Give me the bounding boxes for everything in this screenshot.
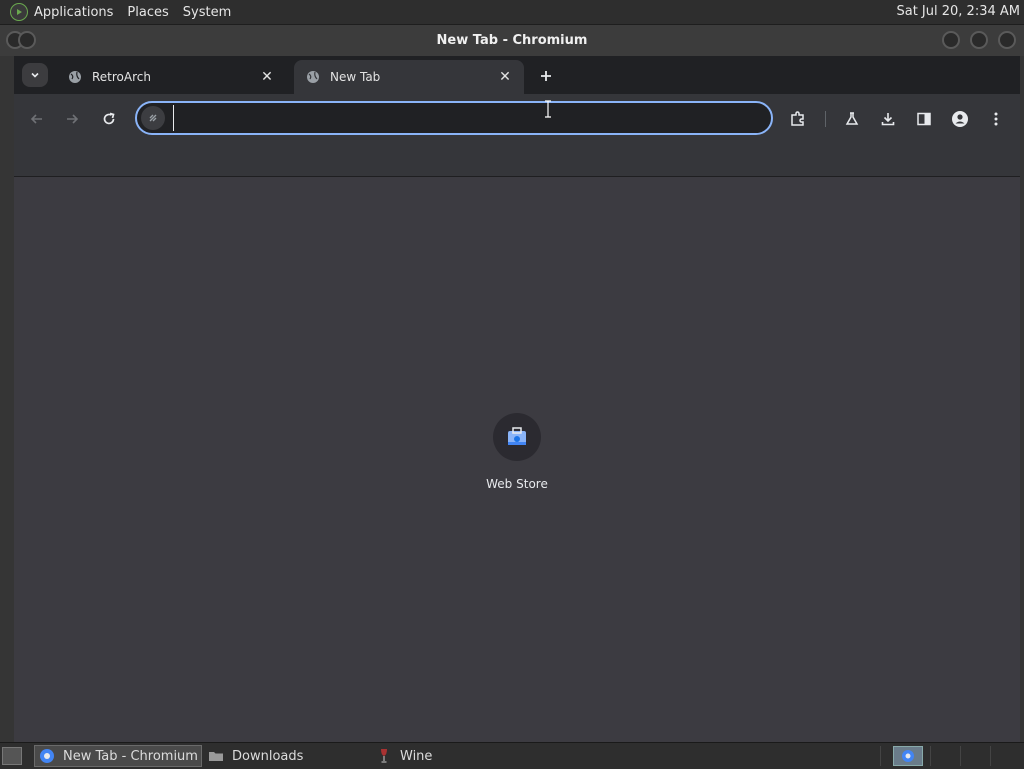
workspace-switcher[interactable] [893, 746, 923, 766]
tray-separator [880, 746, 881, 766]
tray-separator [960, 746, 961, 766]
browser-toolbar [14, 94, 1020, 145]
back-button[interactable] [25, 107, 49, 131]
places-menu[interactable]: Places [127, 5, 168, 20]
side-panel-button[interactable] [912, 107, 936, 131]
top-panel: Applications Places System Sat Jul 20, 2… [0, 0, 1024, 25]
taskbar-item-wine[interactable]: Wine [372, 745, 532, 767]
wine-icon [381, 749, 387, 763]
text-cursor-icon [545, 100, 551, 118]
close-tab-icon[interactable]: ✕ [260, 69, 274, 85]
side-panel-icon [917, 112, 931, 126]
globe-icon [69, 71, 81, 83]
taskbar-item-chromium[interactable]: New Tab - Chromium [34, 745, 202, 767]
chromium-icon [902, 750, 914, 762]
applications-menu[interactable]: Applications [34, 5, 113, 20]
window-maximize-button[interactable] [970, 31, 988, 49]
tab-search-button[interactable] [22, 63, 48, 87]
shortcut-web-store[interactable]: Web Store [477, 413, 557, 503]
forward-button[interactable] [60, 107, 84, 131]
omnibox[interactable] [135, 101, 773, 135]
profile-button[interactable] [948, 107, 972, 131]
system-menu[interactable]: System [183, 5, 231, 20]
tab-retroarch[interactable]: RetroArch ✕ [56, 60, 286, 94]
extensions-button[interactable] [786, 107, 810, 131]
omnibox-input[interactable] [173, 105, 759, 131]
toolbar-separator [825, 111, 826, 127]
labs-button[interactable] [840, 107, 864, 131]
shortcut-label: Web Store [486, 477, 548, 491]
arrow-right-icon [67, 114, 79, 124]
reload-icon [103, 112, 115, 125]
taskbar-item-label: New Tab - Chromium [63, 748, 198, 764]
shortcut-tile[interactable] [493, 413, 541, 461]
window-minimize-button[interactable] [942, 31, 960, 49]
tab-title: New Tab [330, 70, 381, 84]
show-desktop-icon[interactable] [2, 747, 22, 765]
close-tab-icon[interactable]: ✕ [498, 69, 512, 85]
folder-icon [209, 752, 223, 761]
new-tab-button[interactable] [534, 64, 558, 88]
site-info-icon[interactable] [141, 106, 165, 130]
kebab-menu-icon [994, 112, 998, 126]
clock[interactable]: Sat Jul 20, 2:34 AM [896, 4, 1020, 19]
reload-button[interactable] [97, 107, 121, 131]
taskbar-item-downloads[interactable]: Downloads [204, 745, 370, 767]
tab-new-tab[interactable]: New Tab ✕ [294, 60, 524, 94]
avatar-icon [952, 111, 968, 127]
window-titlebar[interactable]: New Tab - Chromium [0, 25, 1024, 56]
taskbar-item-label: Wine [400, 748, 433, 764]
browser-frame: RetroArch ✕ New Tab ✕ Web Store [14, 56, 1020, 742]
bookmarks-bar [14, 144, 1020, 177]
plus-icon [541, 71, 551, 81]
chromium-window: New Tab - Chromium RetroArch ✕ New Tab ✕… [0, 25, 1024, 742]
tray-separator [990, 746, 991, 766]
tab-title: RetroArch [92, 70, 151, 84]
download-icon [881, 113, 895, 126]
chromium-icon [40, 749, 54, 763]
tray-separator [930, 746, 931, 766]
arrow-left-icon [30, 114, 42, 124]
window-shade-button[interactable] [18, 31, 36, 49]
flask-icon [845, 112, 859, 125]
downloads-button[interactable] [876, 107, 900, 131]
menu-button[interactable] [984, 107, 1008, 131]
distro-logo-icon[interactable] [10, 3, 28, 21]
taskbar: New Tab - Chromium Downloads Wine [0, 742, 1024, 769]
globe-icon [307, 71, 319, 83]
chevron-down-icon [31, 72, 39, 78]
window-close-button[interactable] [998, 31, 1016, 49]
new-tab-page: Web Store [14, 177, 1020, 742]
taskbar-item-label: Downloads [232, 748, 304, 764]
tab-strip: RetroArch ✕ New Tab ✕ [14, 56, 1020, 94]
window-title: New Tab - Chromium [436, 33, 588, 48]
puzzle-icon [791, 111, 804, 126]
web-store-icon [508, 427, 526, 445]
